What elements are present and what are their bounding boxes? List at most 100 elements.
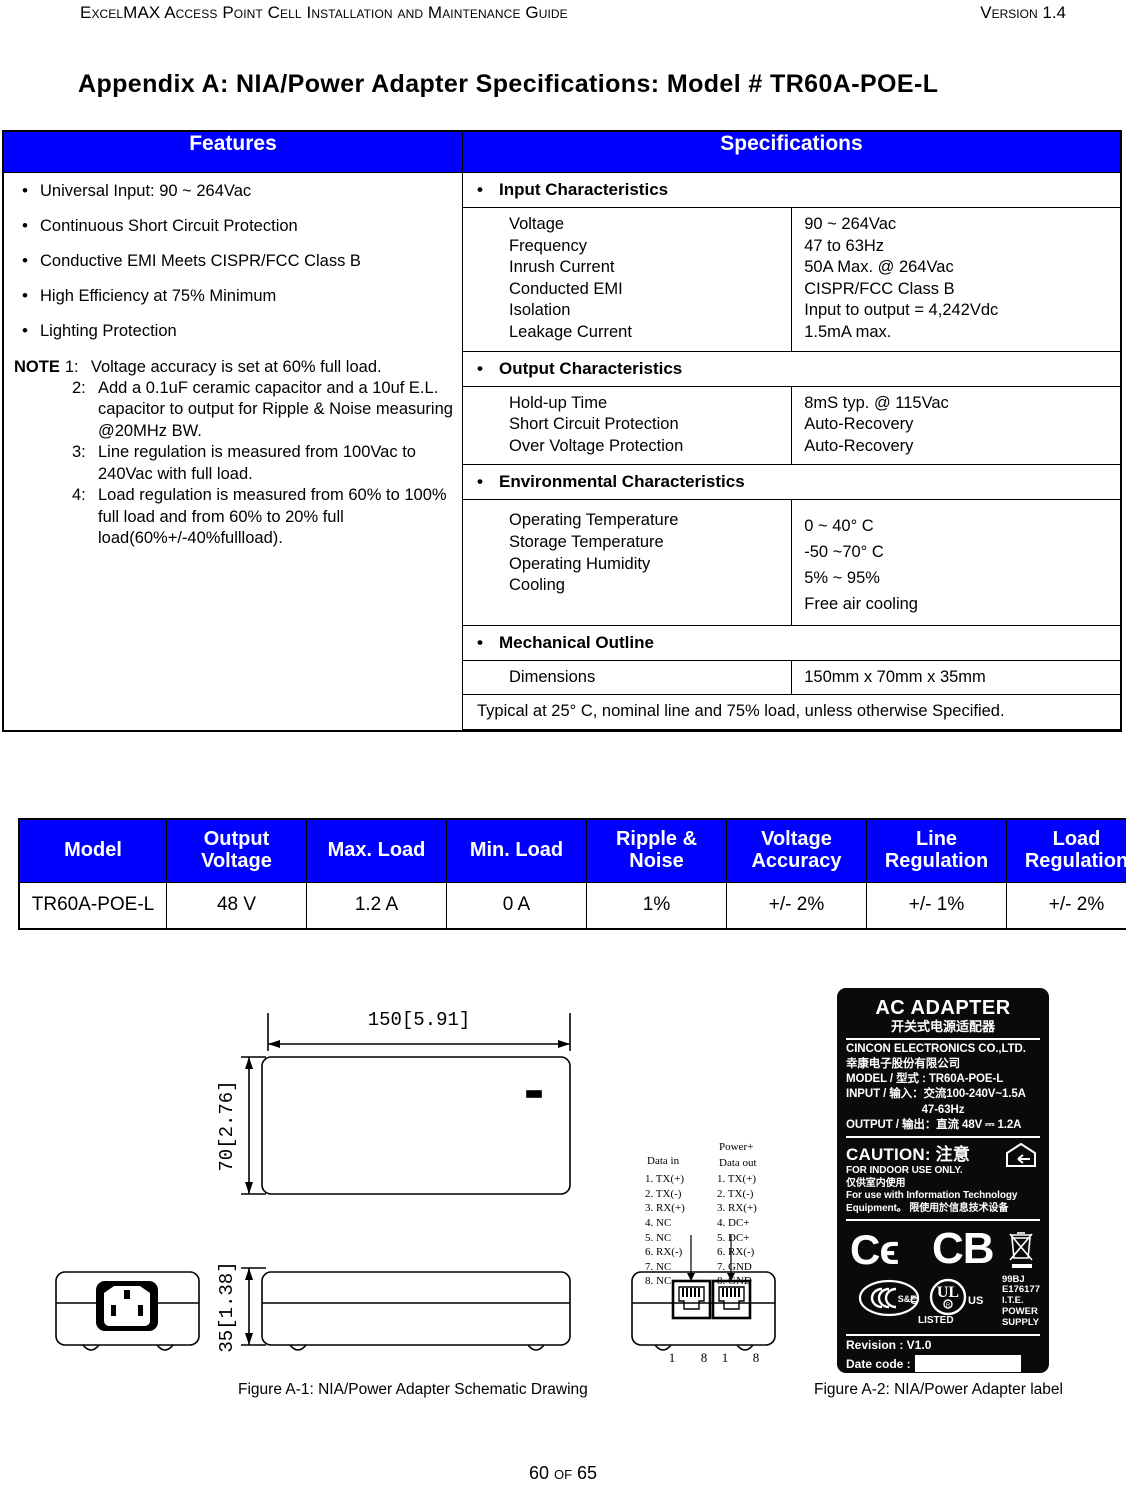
svg-text:UL: UL	[937, 1284, 959, 1301]
col-header-voltage-accuracy: Voltage Accuracy	[726, 818, 867, 883]
divider	[846, 1333, 1040, 1336]
environmental-keys: Operating Temperature Storage Temperatur…	[461, 499, 793, 627]
iec-inlet-icon	[96, 1281, 158, 1331]
note-row: 2: Add a 0.1uF ceramic capacitor and a 1…	[72, 378, 454, 442]
spec-key: Isolation	[509, 301, 571, 320]
cell-load-regulation: +/- 2%	[1006, 881, 1126, 930]
spec-key: Inrush Current	[509, 258, 615, 277]
pinout-column-data-out: 1. TX(+) 2. TX(-) 3. RX(+) 4. DC+ 5. DC+…	[717, 1172, 789, 1289]
pin-entry: 3. RX(+)	[645, 1202, 685, 1215]
cell-min-load: 0 A	[446, 881, 587, 930]
note-text: Line regulation is measured from 100Vac …	[98, 443, 416, 483]
bullet-icon: •	[477, 633, 483, 653]
specifications-table: Features Specifications Universal Input:…	[2, 130, 1122, 733]
weee-bin-icon	[1009, 1231, 1033, 1268]
spec-key: Operating Humidity	[509, 554, 651, 573]
bullet-icon: •	[477, 180, 483, 199]
running-head: ExcelMAX Access Point Cell Installation …	[0, 3, 1126, 29]
pinout-column-data-in: 1. TX(+) 2. TX(-) 3. RX(+) 4. NC 5. NC 6…	[645, 1172, 717, 1289]
ul-mark-icon: UL R	[929, 1278, 967, 1315]
input-values: 90 ~ 264Vac 47 to 63Hz 50A Max. @ 264Vac…	[791, 207, 1122, 352]
col-header-line-regulation: Line Regulation	[866, 818, 1007, 883]
figure-a2-caption: Figure A-2: NIA/Power Adapter label	[814, 1381, 1063, 1398]
group-label: Mechanical Outline	[499, 633, 654, 653]
spec-value: 1.5mA max.	[804, 323, 892, 342]
divider	[846, 1037, 1040, 1040]
note-row: NOTE 1: Voltage accuracy is set at 60% f…	[14, 357, 454, 378]
pin-entry: 7. NC	[645, 1260, 672, 1273]
spec-value: Input to output = 4,242Vdc	[804, 301, 999, 320]
label-caution-line4: Equipment。 限使用於信息技术设备	[846, 1203, 1009, 1215]
spec-value: 90 ~ 264Vac	[804, 215, 897, 233]
label-date-code: Date code :	[846, 1356, 911, 1371]
pinout-col1-title: Data in	[647, 1155, 680, 1167]
pin-entry: 6. RX(-)	[645, 1246, 683, 1259]
page-number: 60 of 65	[528, 1463, 598, 1483]
cb-mark-icon: CB	[932, 1223, 995, 1273]
pin-entry: 1. TX(+)	[717, 1173, 756, 1185]
list-item: High Efficiency at 75% Minimum	[14, 285, 454, 307]
spec-value: 5% ~ 95%	[804, 569, 880, 588]
divider	[846, 1218, 1040, 1221]
label-input-frequency: 47-63Hz	[921, 1103, 965, 1116]
running-head-version: Version 1.4	[980, 3, 1066, 22]
label-revision: Revision : V1.0	[846, 1337, 932, 1352]
note-number: 3:	[72, 443, 86, 462]
cell-line-regulation: +/- 1%	[866, 881, 1007, 930]
pin-entry: 3. RX(+)	[717, 1202, 757, 1215]
note-row: 3: Line regulation is measured from 100V…	[72, 442, 454, 485]
pin-entry: 1. TX(+)	[645, 1173, 684, 1185]
pin-entry: 4. DC+	[717, 1216, 750, 1229]
pinout-headers: Data in Power+ Data out	[645, 1138, 789, 1172]
col-header-model: Model	[18, 818, 167, 883]
pinout-col2-title-data: Data out	[719, 1157, 757, 1169]
pin-entry: 4. NC	[645, 1216, 672, 1229]
pin-entry: 5. DC+	[717, 1231, 750, 1244]
pin-entry: 5. NC	[645, 1231, 672, 1244]
port-mark: 8	[701, 1350, 708, 1365]
ul-us-mark: US	[968, 1294, 984, 1307]
pin-entry: 2. TX(-)	[645, 1187, 682, 1200]
spec-value: Auto-Recovery	[804, 436, 914, 455]
label-caution-line3: For use with Information Technology	[846, 1190, 1018, 1202]
label-model: MODEL / 型式 : TR60A-POE-L	[846, 1073, 1004, 1086]
spec-value: CISPR/FCC Class B	[804, 279, 955, 298]
input-keys: Voltage Frequency Inrush Current Conduct…	[461, 207, 793, 352]
label-output: OUTPUT / 输出：直流 48V ⎓ 1.2A	[846, 1119, 1022, 1131]
group-label: Output Characteristics	[499, 358, 683, 378]
group-title-environmental: • Environmental Characteristics	[462, 464, 1122, 501]
indoor-use-icon	[1006, 1143, 1036, 1168]
label-input: INPUT / 输入：交流100-240V~1.5A	[846, 1088, 1026, 1101]
bullet-icon: •	[477, 472, 483, 492]
group-label: Input Characteristics	[499, 180, 669, 199]
ce-mark-icon: Cϵ	[850, 1225, 899, 1273]
cell-output-voltage: 48 V	[166, 881, 307, 930]
file-no-line: SUPPLY	[1001, 1316, 1040, 1328]
spec-value: -50 ~70° C	[804, 543, 884, 562]
appendix-title: Appendix A: NIA/Power Adapter Specificat…	[78, 70, 939, 98]
spec-key: Storage Temperature	[509, 533, 664, 552]
group-label: Environmental Characteristics	[499, 472, 745, 492]
col-header-output-voltage: Output Voltage	[166, 818, 307, 883]
spec-value: 50A Max. @ 264Vac	[804, 258, 954, 277]
dim-width-text: 150[5.91]	[368, 1009, 471, 1031]
note-row: 4: Load regulation is measured from 60% …	[72, 485, 454, 549]
table-header-row: Model Output Voltage Max. Load Min. Load…	[18, 818, 1126, 883]
environmental-values: 0 ~ 40° C -50 ~70° C 5% ~ 95% Free air c…	[791, 499, 1122, 627]
note-label: NOTE	[14, 357, 60, 376]
spec-value: Auto-Recovery	[804, 415, 914, 434]
output-keys: Hold-up Time Short Circuit Protection Ov…	[461, 385, 793, 466]
col-header-max-load: Max. Load	[306, 818, 447, 883]
list-item: Conductive EMI Meets CISPR/FCC Class B	[14, 250, 454, 272]
divider	[846, 1136, 1040, 1139]
list-item: Continuous Short Circuit Protection	[14, 215, 454, 237]
spec-value: 47 to 63Hz	[804, 236, 885, 255]
label-company: CINCON ELECTRONICS CO.,LTD.	[846, 1042, 1026, 1055]
port-mark: 1	[669, 1350, 676, 1365]
date-code-field[interactable]	[915, 1354, 1022, 1372]
spec-key: Frequency	[509, 236, 587, 255]
ul-listed-text: LISTED	[918, 1314, 954, 1326]
figure-a1-caption: Figure A-1: NIA/Power Adapter Schematic …	[238, 1381, 588, 1398]
spec-key: Short Circuit Protection	[509, 415, 679, 434]
spec-key: Conducted EMI	[509, 279, 623, 298]
